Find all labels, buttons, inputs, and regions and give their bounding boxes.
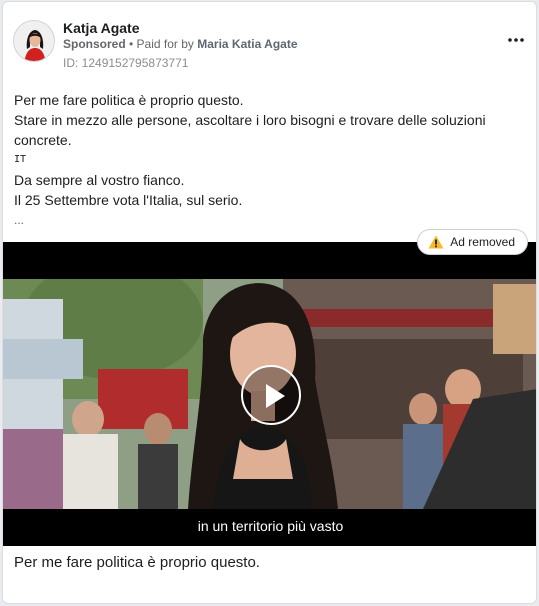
paid-for-name: Maria Katia Agate <box>197 37 298 51</box>
separator: • <box>125 37 137 51</box>
body-line: Stare in mezzo alle persone, ascoltare i… <box>14 112 486 128</box>
ad-removed-label: Ad removed <box>450 235 515 249</box>
author-name[interactable]: Katja Agate <box>63 20 140 36</box>
flag-text: IT <box>14 154 27 165</box>
more-horizontal-icon <box>508 38 524 42</box>
ad-id: ID: 1249152795873771 <box>63 56 189 70</box>
body-line: Il 25 Settembre vota l'Italia, sul serio… <box>14 192 243 208</box>
paid-for-prefix: Paid for by <box>136 37 198 51</box>
body-line: concrete. <box>14 132 72 148</box>
play-button[interactable] <box>241 365 301 425</box>
post-header: Katja Agate Sponsored • Paid for by Mari… <box>13 20 528 72</box>
body-line: Per me fare politica è proprio questo. <box>14 92 244 108</box>
avatar[interactable] <box>13 20 55 62</box>
sponsored-label: Sponsored <box>63 37 126 51</box>
avatar-image <box>14 21 54 61</box>
video-frame[interactable] <box>3 279 536 509</box>
play-icon <box>266 384 285 408</box>
ad-card: Katja Agate Sponsored • Paid for by Mari… <box>2 1 537 604</box>
see-more-ellipsis[interactable]: ... <box>14 213 24 227</box>
post-body-text: Per me fare politica è proprio questo. S… <box>14 90 524 210</box>
more-options-button[interactable] <box>504 28 528 52</box>
body-line: Da sempre al vostro fianco. <box>14 172 185 188</box>
video-caption: in un territorio più vasto <box>3 509 536 546</box>
sponsor-line: Sponsored • Paid for by Maria Katia Agat… <box>63 37 298 51</box>
post-footer-text: Per me fare politica è proprio questo. <box>14 554 260 571</box>
ad-removed-badge: Ad removed <box>417 229 528 255</box>
warning-icon <box>428 235 444 249</box>
video-media[interactable]: Ad removed in un territorio più vasto <box>3 229 536 546</box>
